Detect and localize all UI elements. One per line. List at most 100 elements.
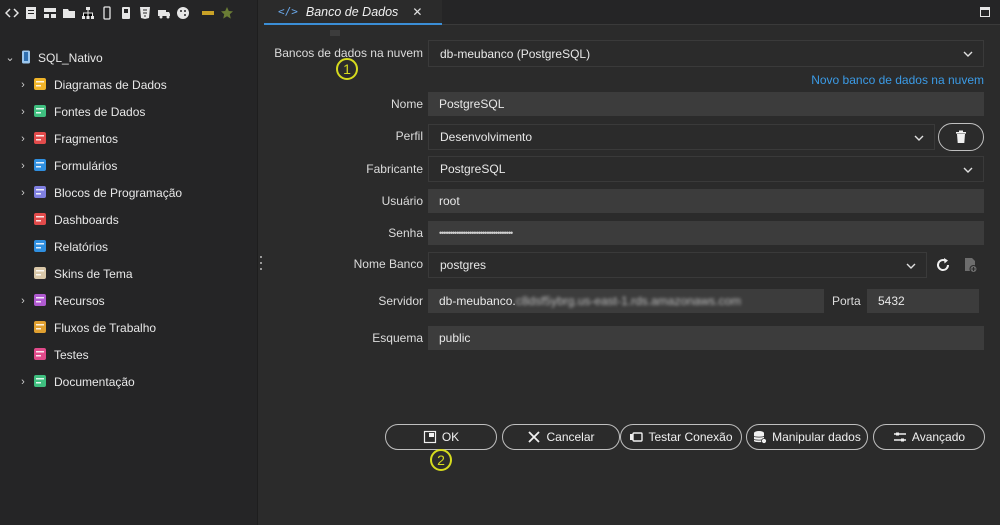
app-window: ⌄ SQL_Nativo › Diagramas de Dados › Fontes de… bbox=[0, 0, 1000, 525]
dbname-label: Nome Banco bbox=[353, 257, 423, 271]
report-icon bbox=[33, 239, 47, 253]
test-icon bbox=[33, 347, 47, 361]
tree-item-label: SQL_Nativo bbox=[38, 50, 103, 65]
close-icon[interactable]: ✕ bbox=[412, 5, 422, 19]
refresh-icon[interactable] bbox=[934, 256, 952, 274]
server-label: Servidor bbox=[378, 294, 423, 308]
tree-item-root[interactable]: ⌄ SQL_Nativo bbox=[0, 44, 258, 71]
chevron-right-icon[interactable]: › bbox=[18, 160, 28, 172]
profile-label: Perfil bbox=[395, 129, 423, 143]
tree-item-label: Skins de Tema bbox=[54, 266, 133, 281]
chevron-down-icon[interactable]: ⌄ bbox=[5, 52, 15, 64]
plug-icon bbox=[630, 432, 644, 442]
tree-item[interactable]: › Recursos bbox=[0, 287, 258, 314]
add-database-icon[interactable] bbox=[961, 256, 979, 274]
tree-item-label: Blocos de Programação bbox=[54, 185, 183, 200]
schema-label: Esquema bbox=[372, 331, 423, 345]
folder-icon[interactable] bbox=[61, 5, 77, 21]
cancel-button[interactable]: Cancelar bbox=[502, 424, 620, 450]
device-icon[interactable] bbox=[118, 5, 134, 21]
chevron-right-icon[interactable]: › bbox=[18, 133, 28, 145]
palette-icon[interactable] bbox=[175, 5, 191, 21]
tree-item-label: Diagramas de Dados bbox=[54, 77, 167, 92]
project-tree: ⌄ SQL_Nativo › Diagramas de Dados › Fontes de… bbox=[0, 44, 258, 395]
new-cloud-db-link[interactable]: Novo banco de dados na nuvem bbox=[811, 73, 984, 87]
fragment-icon bbox=[33, 131, 47, 145]
user-value: root bbox=[439, 194, 460, 208]
layout-icon[interactable] bbox=[42, 5, 58, 21]
code-icon[interactable] bbox=[4, 5, 20, 21]
tree-item[interactable]: › Diagramas de Dados bbox=[0, 71, 258, 98]
chevron-right-icon[interactable]: › bbox=[18, 106, 28, 118]
ok-button[interactable]: OK bbox=[385, 424, 497, 450]
hierarchy-icon bbox=[33, 77, 47, 91]
mobile-icon[interactable] bbox=[99, 5, 115, 21]
bar-icon[interactable] bbox=[200, 5, 216, 21]
dbname-value: postgres bbox=[440, 258, 487, 272]
test-connection-label: Testar Conexão bbox=[648, 430, 733, 444]
tree-item[interactable]: Relatórios bbox=[0, 233, 258, 260]
tree-item-label: Fragmentos bbox=[54, 131, 119, 146]
star-icon[interactable] bbox=[219, 5, 235, 21]
cloud-db-value: db-meubanco (PostgreSQL) bbox=[440, 46, 591, 61]
maximize-icon[interactable] bbox=[980, 7, 990, 17]
test-connection-button[interactable]: Testar Conexão bbox=[620, 424, 742, 450]
decorative-marker bbox=[330, 30, 340, 36]
resources-icon bbox=[33, 293, 47, 307]
vendor-select[interactable]: PostgreSQL bbox=[428, 156, 984, 182]
tree-item[interactable]: › Formulários bbox=[0, 152, 258, 179]
manipulate-data-button[interactable]: Manipular dados bbox=[746, 424, 868, 450]
editor-panel: </> Banco de Dados ✕ Bancos de dados na … bbox=[264, 0, 1000, 525]
chevron-right-icon[interactable]: › bbox=[18, 295, 28, 307]
user-input[interactable]: root bbox=[428, 189, 984, 213]
delete-profile-button[interactable] bbox=[938, 123, 984, 151]
name-value: PostgreSQL bbox=[439, 97, 505, 111]
port-input[interactable]: 5432 bbox=[867, 289, 979, 313]
tree-item-label: Fontes de Dados bbox=[54, 104, 146, 119]
password-value: •••••••••••••••••••••••••••••••••• bbox=[439, 228, 513, 238]
schema-input[interactable]: public bbox=[428, 326, 984, 350]
name-label: Nome bbox=[390, 97, 423, 111]
profile-select[interactable]: Desenvolvimento bbox=[428, 124, 935, 150]
password-input[interactable]: •••••••••••••••••••••••••••••••••• bbox=[428, 221, 984, 245]
tree-item[interactable]: Dashboards bbox=[0, 206, 258, 233]
chevron-right-icon[interactable]: › bbox=[18, 79, 28, 91]
advanced-button[interactable]: Avançado bbox=[873, 424, 985, 450]
tree-item[interactable]: › Documentação bbox=[0, 368, 258, 395]
chevron-right-icon[interactable]: › bbox=[18, 376, 28, 388]
schema-value: public bbox=[439, 331, 471, 345]
name-input[interactable]: PostgreSQL bbox=[428, 92, 984, 116]
tab-banco-de-dados[interactable]: </> Banco de Dados ✕ bbox=[264, 0, 442, 25]
tree-item[interactable]: Skins de Tema bbox=[0, 260, 258, 287]
callout-badge-2: 2 bbox=[430, 449, 452, 471]
database-icon bbox=[19, 50, 33, 64]
trash-icon bbox=[956, 130, 966, 143]
cloud-db-select[interactable]: db-meubanco (PostgreSQL) bbox=[428, 40, 984, 67]
port-label: Porta bbox=[832, 294, 861, 308]
book-icon bbox=[33, 374, 47, 388]
hierarchy-icon[interactable] bbox=[80, 5, 96, 21]
project-panel: ⌄ SQL_Nativo › Diagramas de Dados › Fontes de… bbox=[0, 0, 258, 525]
chevron-down-icon bbox=[914, 132, 924, 142]
chevron-down-icon bbox=[906, 260, 916, 270]
dbname-select[interactable]: postgres bbox=[428, 252, 927, 278]
dashboard-icon bbox=[33, 212, 47, 226]
truck-icon[interactable] bbox=[156, 5, 172, 21]
cancel-label: Cancelar bbox=[546, 430, 595, 444]
server-input[interactable]: db-meubanco. c8dsf5ybrg.us-east-1.rds.ama… bbox=[428, 289, 824, 313]
form-icon bbox=[33, 158, 47, 172]
chevron-right-icon[interactable]: › bbox=[18, 187, 28, 199]
toolbar bbox=[0, 0, 258, 26]
tree-item[interactable]: Testes bbox=[0, 341, 258, 368]
vendor-label: Fabricante bbox=[366, 162, 423, 176]
tree-item-label: Dashboards bbox=[54, 212, 119, 227]
tree-item[interactable]: › Fragmentos bbox=[0, 125, 258, 152]
palette-icon bbox=[33, 266, 47, 280]
sliders-icon bbox=[893, 432, 906, 442]
tree-item[interactable]: › Blocos de Programação bbox=[0, 179, 258, 206]
html5-icon[interactable] bbox=[137, 5, 153, 21]
tree-item[interactable]: Fluxos de Trabalho bbox=[0, 314, 258, 341]
tree-item[interactable]: › Fontes de Dados bbox=[0, 98, 258, 125]
tab-label: Banco de Dados bbox=[305, 4, 399, 19]
document-icon[interactable] bbox=[23, 5, 39, 21]
